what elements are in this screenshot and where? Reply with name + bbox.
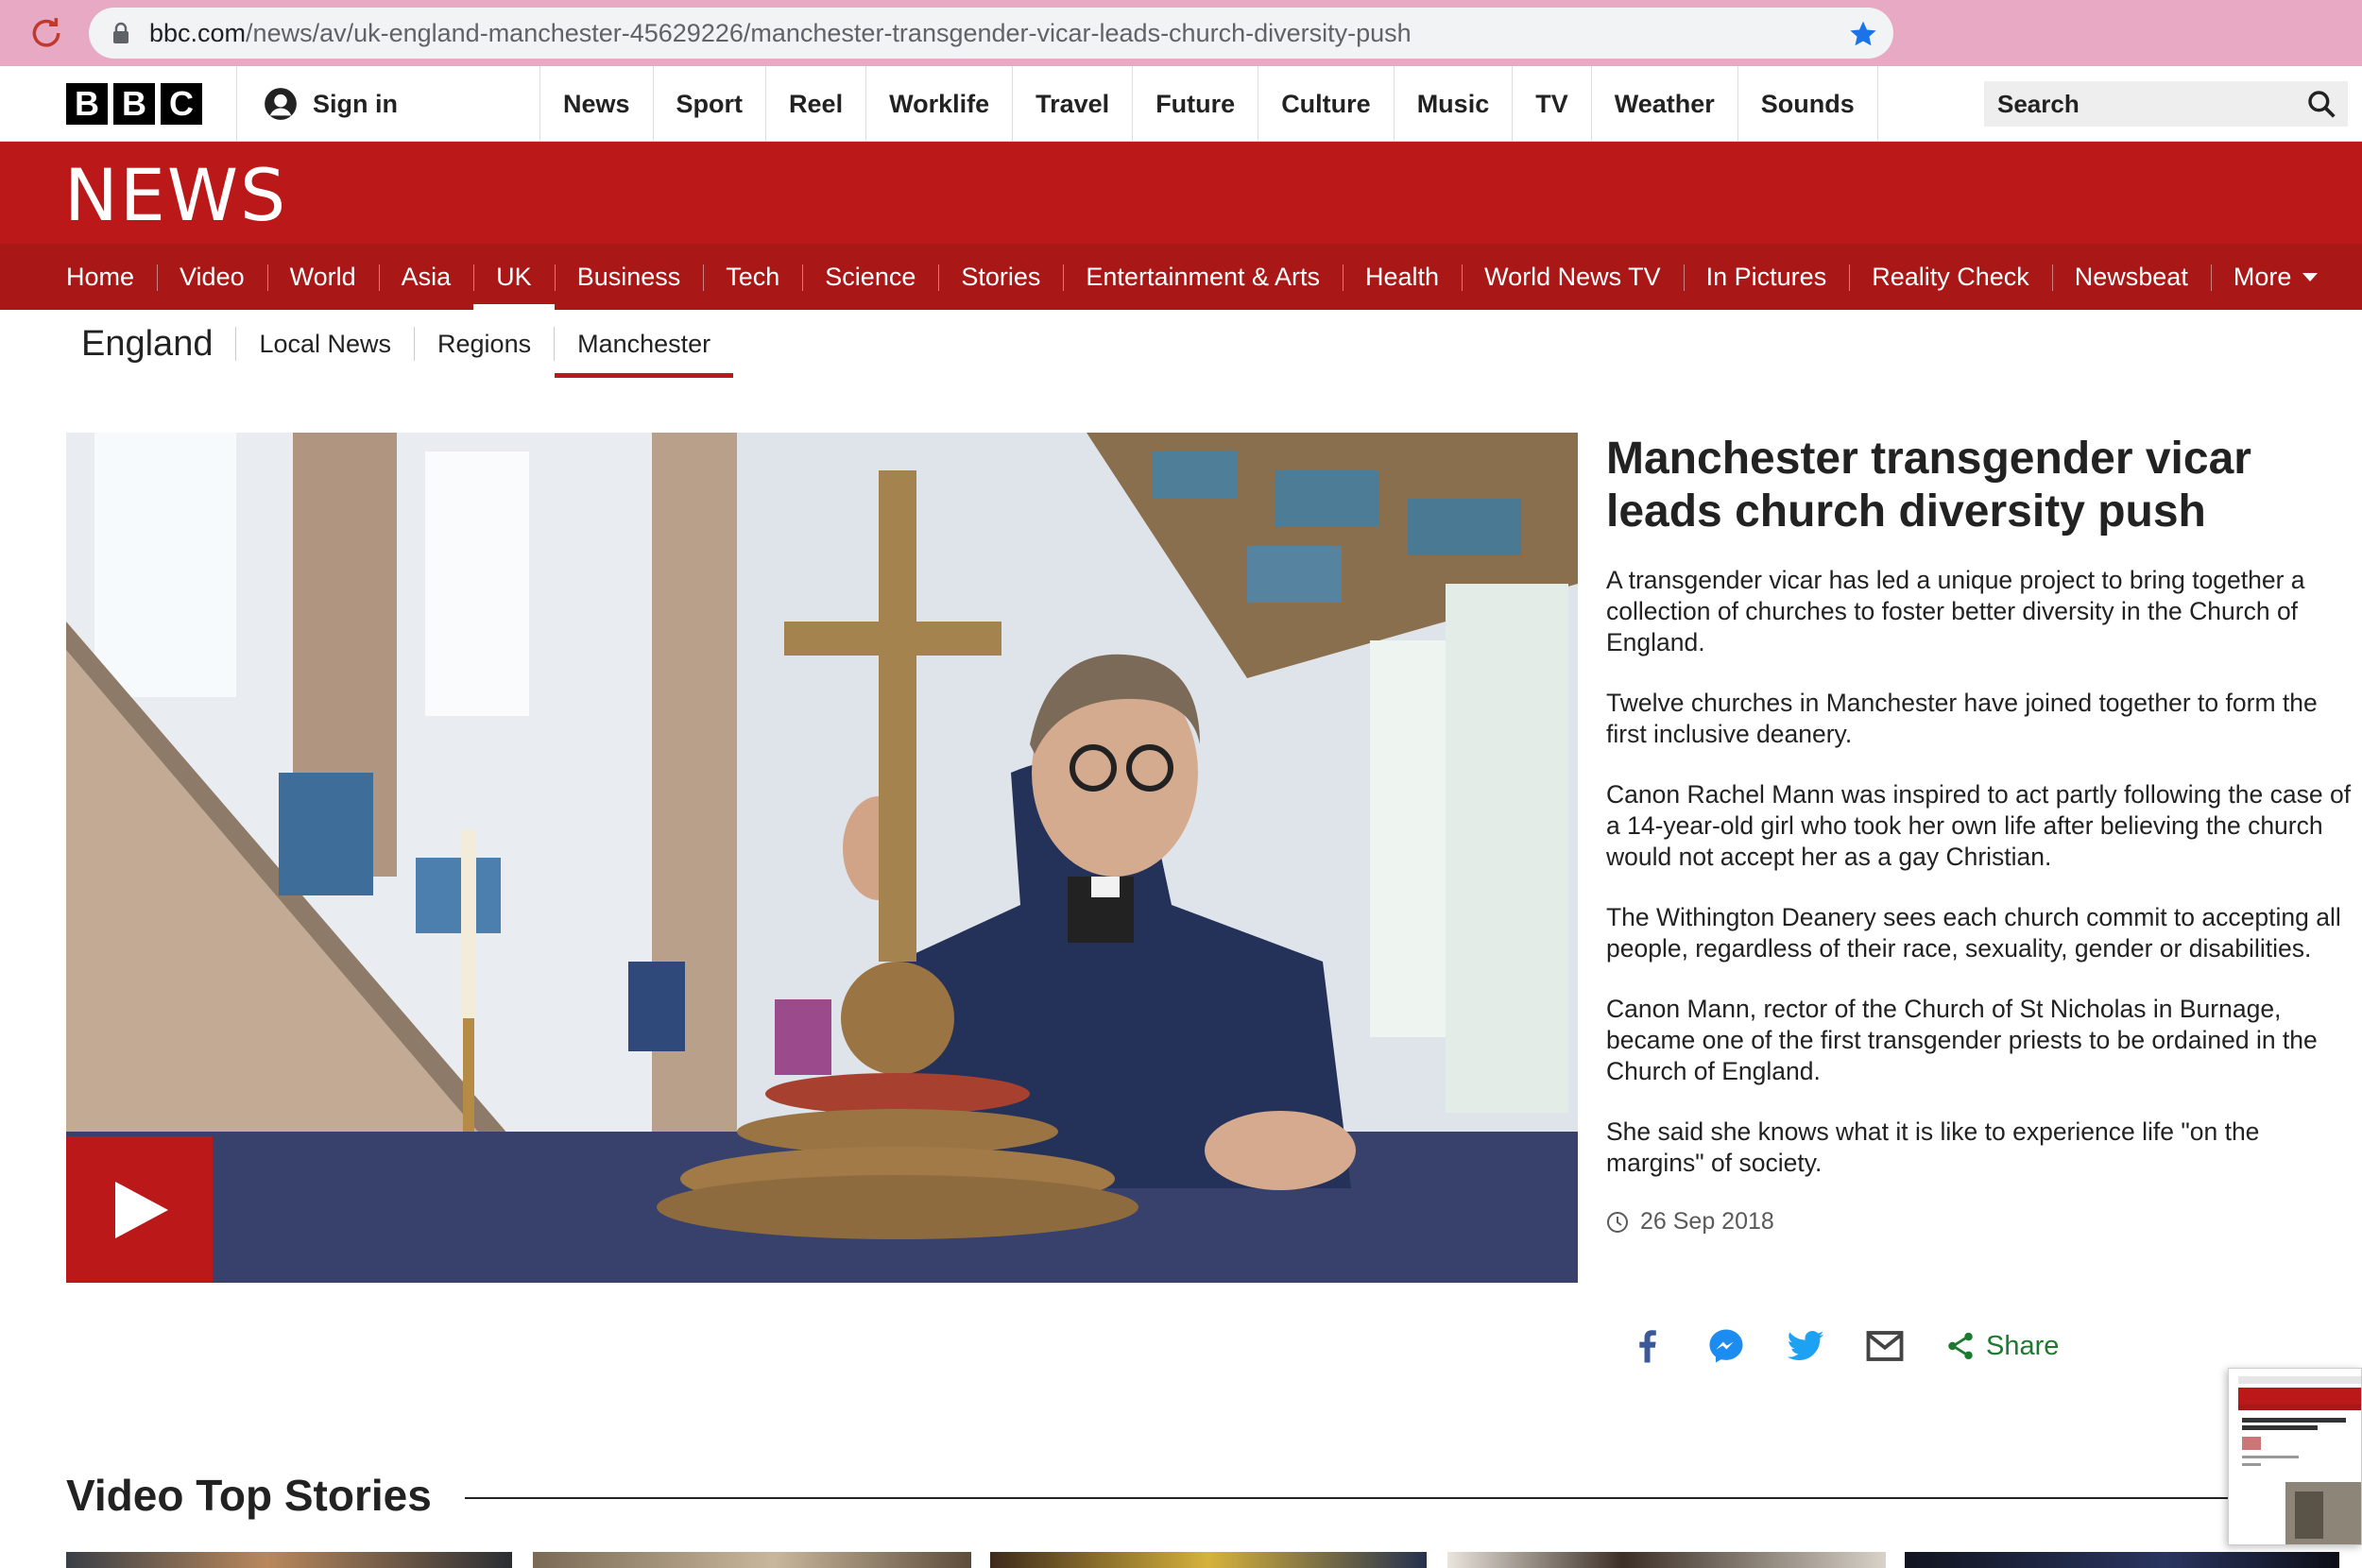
section-title[interactable]: England [59, 324, 235, 365]
share-label: Share [1986, 1330, 2060, 1361]
search-placeholder: Search [1997, 90, 2080, 118]
lock-icon [113, 22, 128, 43]
article-body: Manchester transgender vicar leads churc… [1606, 433, 2353, 1236]
nav-stories[interactable]: Stories [938, 244, 1063, 310]
england-subnav: England Local News Regions Manchester [59, 310, 734, 378]
logo-letter: B [66, 83, 108, 125]
sign-in-link[interactable]: Sign in [236, 66, 540, 142]
story-thumbnail[interactable] [1447, 1552, 1886, 1568]
search-input[interactable]: Search [1984, 81, 2348, 127]
article-paragraph: Twelve churches in Manchester have joine… [1606, 689, 2318, 748]
nav-in-pictures[interactable]: In Pictures [1683, 244, 1850, 310]
url-path: /news/av/uk-england-manchester-45629226/… [246, 19, 1412, 47]
nav-home[interactable]: Home [43, 244, 157, 310]
twitter-icon[interactable] [1786, 1326, 1825, 1366]
logo-letter: C [161, 83, 202, 125]
address-bar[interactable]: bbc.com/news/av/uk-england-manchester-45… [89, 8, 1893, 59]
article-date: 26 Sep 2018 [1640, 1208, 1774, 1235]
story-thumbnail[interactable] [1905, 1552, 2339, 1568]
nav-world-news-tv[interactable]: World News TV [1462, 244, 1684, 310]
top-nav-future[interactable]: Future [1133, 66, 1259, 142]
nav-newsbeat[interactable]: Newsbeat [2051, 244, 2211, 310]
subnav-manchester[interactable]: Manchester [554, 327, 734, 378]
reload-icon[interactable] [28, 15, 64, 51]
article-paragraph: The Withington Deanery sees each church … [1606, 903, 2341, 963]
top-nav-music[interactable]: Music [1395, 66, 1514, 142]
video-still-frame [66, 433, 1578, 1283]
video-top-stories-heading: Video Top Stories [66, 1471, 432, 1520]
bookmark-star-icon[interactable] [1848, 19, 1878, 49]
play-icon [115, 1182, 168, 1238]
url-text: bbc.com/news/av/uk-england-manchester-45… [149, 8, 1412, 59]
share-tools: Share [1627, 1322, 2059, 1370]
nav-reality-check[interactable]: Reality Check [1849, 244, 2052, 310]
article-headline: Manchester transgender vicar leads churc… [1606, 434, 2251, 537]
page-preview-image [2229, 1369, 2361, 1544]
nav-business[interactable]: Business [554, 244, 704, 310]
nav-tech[interactable]: Tech [703, 244, 802, 310]
share-icon [1948, 1332, 1973, 1360]
article-paragraph: She said she knows what it is like to ex… [1606, 1117, 2260, 1177]
story-thumbnail[interactable] [66, 1552, 512, 1568]
chevron-down-icon [2302, 272, 2319, 281]
top-nav-sport[interactable]: Sport [654, 66, 767, 142]
top-nav-travel[interactable]: Travel [1013, 66, 1134, 142]
play-button[interactable] [66, 1136, 213, 1283]
bbc-masthead: B B C Sign in News Sport Reel Worklife T… [0, 66, 2362, 142]
nav-uk[interactable]: UK [473, 244, 555, 310]
nav-more[interactable]: More [2210, 244, 2341, 310]
nav-asia[interactable]: Asia [378, 244, 474, 310]
news-banner: NEWS [0, 142, 2362, 244]
top-nav-tv[interactable]: TV [1513, 66, 1592, 142]
nav-science[interactable]: Science [802, 244, 938, 310]
url-host: bbc.com [149, 19, 247, 47]
facebook-icon[interactable] [1627, 1326, 1667, 1366]
subnav-local-news[interactable]: Local News [235, 327, 414, 361]
top-nav-sounds[interactable]: Sounds [1738, 66, 1878, 142]
story-thumbnail[interactable] [533, 1552, 971, 1568]
article-paragraph: Canon Rachel Mann was inspired to act pa… [1606, 780, 2352, 871]
news-section-nav: Home Video World Asia UK Business Tech S… [0, 244, 2362, 310]
search-icon[interactable] [2306, 89, 2336, 119]
nav-world[interactable]: World [266, 244, 379, 310]
top-nav-news[interactable]: News [540, 66, 654, 142]
top-nav-worklife[interactable]: Worklife [866, 66, 1014, 142]
article-paragraph: A transgender vicar has led a unique pro… [1606, 566, 2305, 656]
sign-in-label: Sign in [313, 89, 398, 118]
section-divider [465, 1497, 2336, 1499]
top-nav-weather[interactable]: Weather [1592, 66, 1738, 142]
browser-toolbar: bbc.com/news/av/uk-england-manchester-45… [0, 0, 2362, 66]
top-nav-reel[interactable]: Reel [766, 66, 867, 142]
account-icon [265, 88, 297, 120]
video-player[interactable] [66, 433, 1578, 1283]
news-wordmark[interactable]: NEWS [64, 153, 287, 237]
article-timestamp: 26 Sep 2018 [1606, 1208, 2353, 1236]
bbc-logo[interactable]: B B C [66, 83, 202, 125]
bbc-top-nav: News Sport Reel Worklife Travel Future C… [540, 66, 1878, 142]
article-paragraph: Canon Mann, rector of the Church of St N… [1606, 995, 2318, 1085]
logo-letter: B [113, 83, 155, 125]
clock-icon [1607, 1211, 1628, 1233]
subnav-regions[interactable]: Regions [414, 327, 554, 361]
nav-more-label: More [2233, 262, 2292, 291]
top-nav-culture[interactable]: Culture [1258, 66, 1395, 142]
tab-preview-thumbnail[interactable] [2228, 1368, 2362, 1545]
messenger-icon[interactable] [1706, 1326, 1746, 1366]
nav-health[interactable]: Health [1343, 244, 1462, 310]
nav-entertainment-arts[interactable]: Entertainment & Arts [1063, 244, 1343, 310]
story-thumbnail[interactable] [990, 1552, 1427, 1568]
share-button[interactable]: Share [1944, 1330, 2059, 1362]
email-icon[interactable] [1865, 1326, 1905, 1366]
nav-video[interactable]: Video [157, 244, 267, 310]
